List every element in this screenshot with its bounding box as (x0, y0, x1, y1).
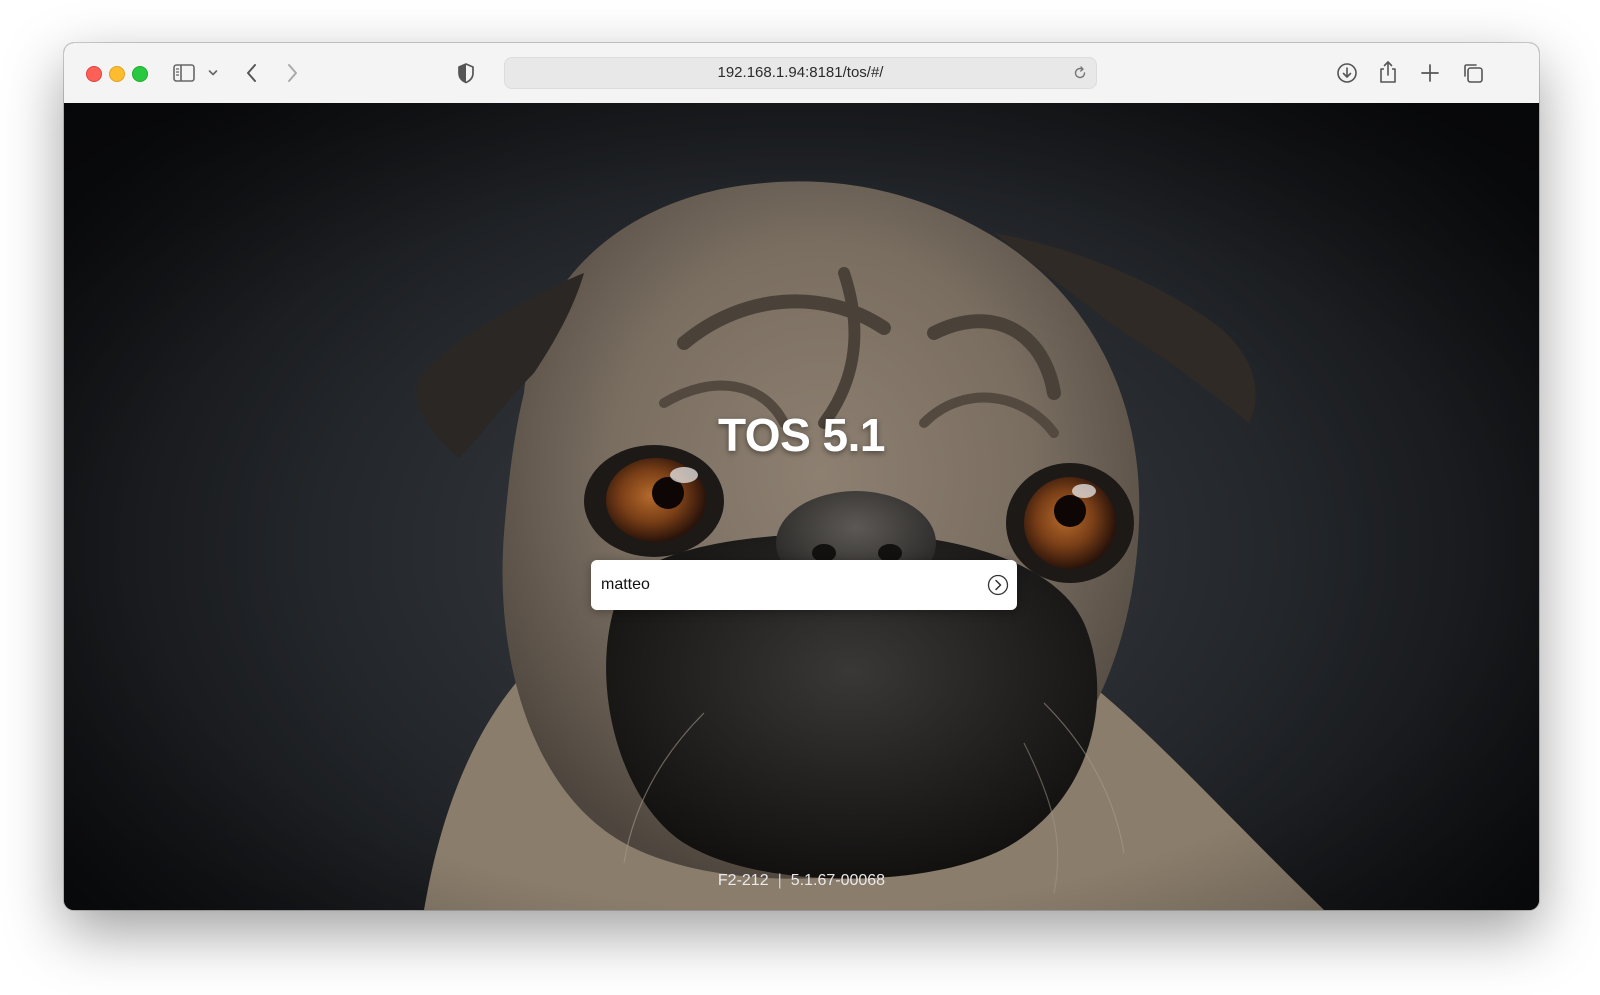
browser-toolbar: 192.168.1.94:8181/tos/#/ (64, 43, 1539, 104)
footer-separator: | (777, 872, 782, 889)
share-icon[interactable] (1377, 59, 1399, 85)
shield-icon[interactable] (456, 61, 476, 85)
forward-icon[interactable] (284, 61, 300, 85)
device-info: F2-212 | 5.1.67-00068 (64, 872, 1539, 890)
address-bar[interactable]: 192.168.1.94:8181/tos/#/ (504, 57, 1097, 89)
new-tab-icon[interactable] (1419, 62, 1441, 84)
maximize-window-button[interactable] (132, 66, 148, 82)
sidebar-icon[interactable] (172, 62, 196, 84)
download-icon[interactable] (1335, 61, 1359, 85)
tab-overview-icon[interactable] (1461, 61, 1485, 85)
close-window-button[interactable] (86, 66, 102, 82)
url-text: 192.168.1.94:8181/tos/#/ (717, 64, 884, 81)
username-input[interactable] (601, 560, 961, 610)
login-page: TOS 5.1 F2-212 | 5.1.67-00068 (64, 103, 1539, 910)
arrow-right-circle-icon[interactable] (987, 574, 1009, 596)
browser-window: 192.168.1.94:8181/tos/#/ TOS 5.1 matteo … (64, 43, 1539, 910)
firmware-version: 5.1.67-00068 (790, 872, 886, 889)
back-icon[interactable] (244, 61, 260, 85)
minimize-window-button[interactable] (109, 66, 125, 82)
background-pug-image (64, 103, 1539, 910)
chevron-down-icon[interactable] (207, 67, 219, 79)
username-field-container (591, 560, 1017, 610)
login-title: TOS 5.1 (718, 409, 885, 461)
device-model: F2-212 (717, 872, 769, 889)
reload-icon[interactable] (1072, 65, 1088, 81)
